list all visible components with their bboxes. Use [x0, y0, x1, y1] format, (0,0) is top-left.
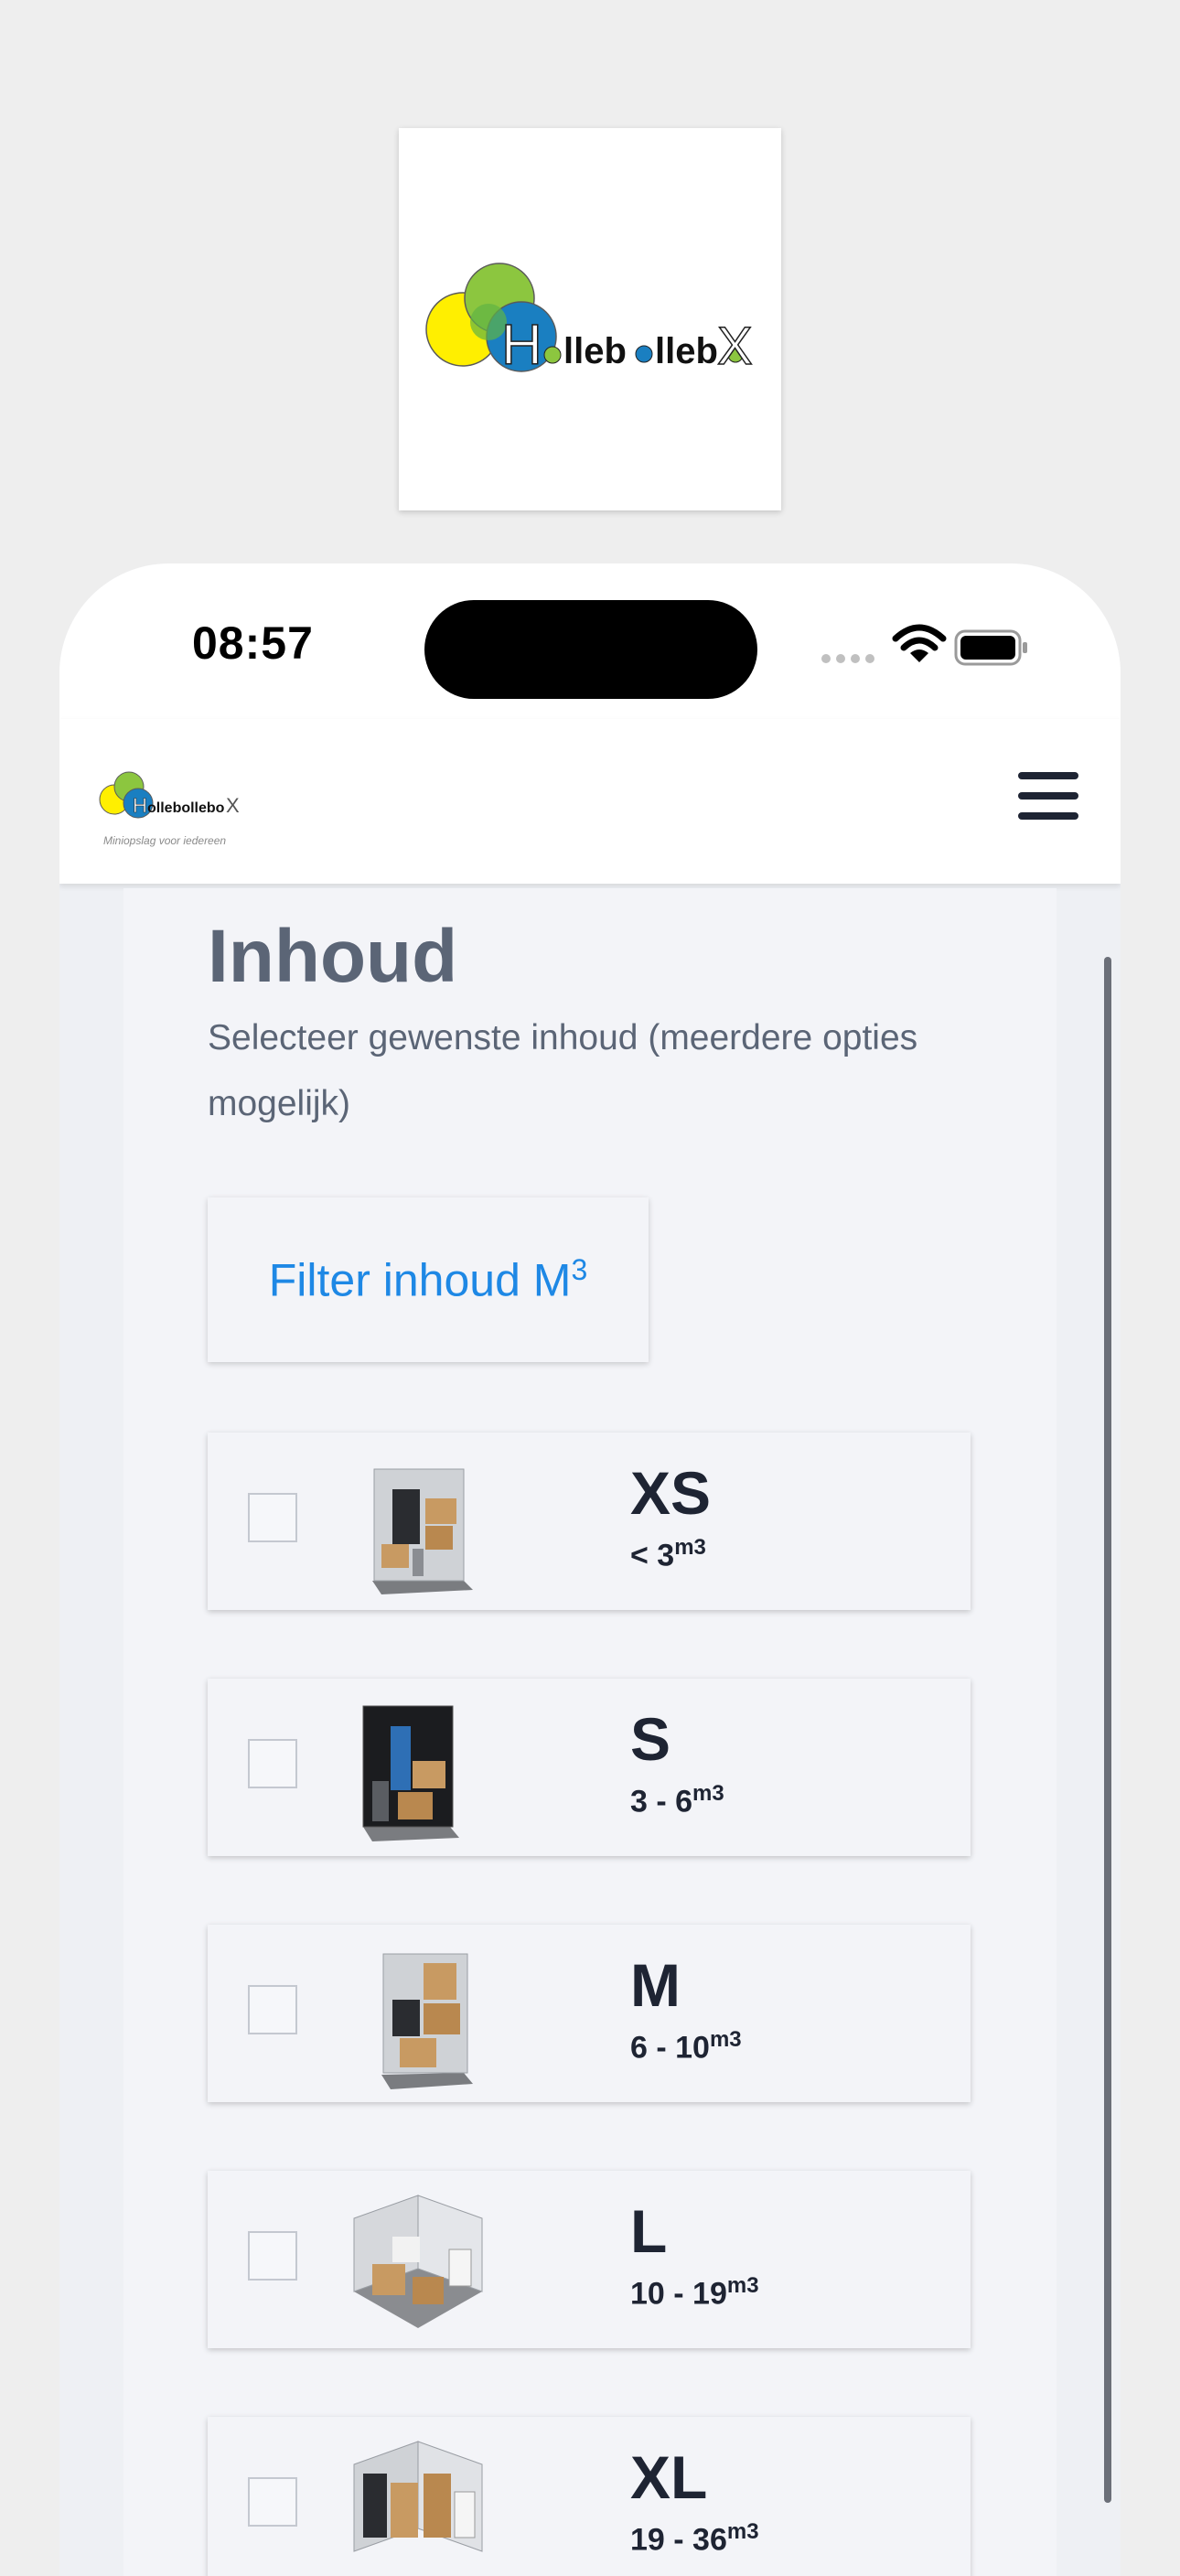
vertical-scrollbar[interactable]	[1104, 957, 1111, 2503]
option-checkbox[interactable]	[248, 2477, 297, 2527]
svg-text:X: X	[226, 794, 240, 817]
option-xl[interactable]: XL 19 - 36m3	[208, 2417, 971, 2576]
filter-button-label: Filter inhoud M	[268, 1254, 572, 1306]
dynamic-island	[424, 600, 757, 699]
option-range-unit: m3	[726, 2273, 759, 2298]
option-range-label: 3 - 6m3	[630, 1781, 724, 1819]
status-bar: 08:57	[59, 564, 1121, 719]
option-range-unit: m3	[674, 1535, 706, 1560]
storage-unit-xs-image	[372, 1468, 473, 1594]
option-size-label: L	[630, 2197, 668, 2265]
option-m[interactable]: M 6 - 10m3	[208, 1925, 971, 2102]
option-l[interactable]: L 10 - 19m3	[208, 2171, 971, 2348]
page-subtitle: Selecteer gewenste inhoud (meerdere opti…	[208, 1018, 918, 1123]
option-range-label: 19 - 36m3	[630, 2519, 759, 2558]
page-title: Inhoud	[208, 915, 458, 998]
option-range-value: 19 - 36	[630, 2522, 727, 2558]
option-range-unit: m3	[709, 2027, 742, 2052]
option-range-unit: m3	[692, 1781, 724, 1806]
option-range-label: 6 - 10m3	[630, 2027, 742, 2066]
brand-tagline: Miniopslag voor iedereen	[103, 834, 227, 847]
battery-icon	[954, 629, 1027, 666]
option-range-value: < 3	[630, 1538, 675, 1573]
option-range-value: 10 - 19	[630, 2276, 727, 2312]
option-range-label: < 3m3	[630, 1535, 706, 1573]
option-checkbox[interactable]	[248, 2231, 297, 2281]
storage-unit-l-image	[353, 2195, 483, 2328]
svg-text:X: X	[717, 317, 753, 376]
option-xs[interactable]: XS < 3m3	[208, 1433, 971, 1610]
option-range-value: 6 - 10	[630, 2030, 710, 2066]
option-checkbox[interactable]	[248, 1985, 297, 2034]
svg-text:lleb: lleb	[655, 331, 718, 371]
svg-text:ollebollebo: ollebollebo	[147, 800, 225, 816]
option-size-label: XS	[630, 1459, 712, 1527]
option-size-label: XL	[630, 2443, 708, 2511]
storage-unit-xl-image	[353, 2441, 483, 2552]
option-size-label: S	[630, 1705, 671, 1773]
svg-text:H: H	[133, 794, 147, 817]
hamburger-menu-icon[interactable]	[1018, 772, 1078, 825]
svg-text:H: H	[501, 314, 542, 377]
main-content: Inhoud Selecteer gewenste inhoud (meerde…	[123, 888, 1057, 2576]
svg-text:lleb: lleb	[563, 331, 627, 371]
app-icon-card: H lleb lleb X	[399, 128, 781, 510]
hollebollebox-logo: H lleb lleb X	[425, 263, 753, 378]
option-checkbox[interactable]	[248, 1739, 297, 1788]
filter-volume-button[interactable]: Filter inhoud M3	[208, 1197, 649, 1362]
status-time: 08:57	[192, 617, 314, 669]
option-size-label: M	[630, 1951, 681, 2019]
option-checkbox[interactable]	[248, 1493, 297, 1542]
brand-logo[interactable]: H ollebollebo X	[98, 752, 263, 834]
filter-button-superscript: 3	[571, 1252, 588, 1286]
cellular-signal-icon	[821, 654, 874, 663]
top-navbar: H ollebollebo X Miniopslag voor iedereen	[59, 719, 1121, 884]
option-range-unit: m3	[726, 2519, 759, 2544]
storage-unit-s-image	[362, 1705, 459, 1841]
phone-frame: 08:57 H ollebollebo X Miniopslag voor ie…	[59, 564, 1121, 2576]
wifi-icon	[892, 624, 947, 662]
storage-unit-m-image	[381, 1953, 473, 2089]
option-range-value: 3 - 6	[630, 1784, 693, 1819]
option-range-label: 10 - 19m3	[630, 2273, 759, 2312]
option-s[interactable]: S 3 - 6m3	[208, 1679, 971, 1856]
